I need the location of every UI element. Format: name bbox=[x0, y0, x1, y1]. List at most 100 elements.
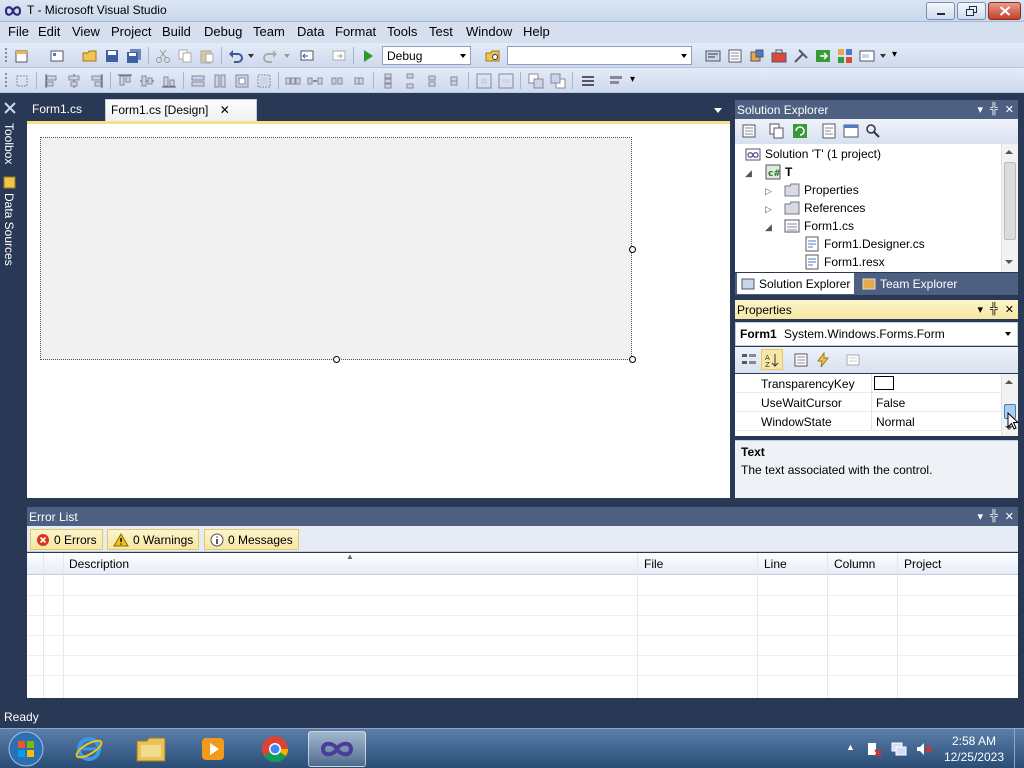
action-center-icon[interactable] bbox=[866, 741, 882, 757]
navigate-forward-icon[interactable] bbox=[331, 48, 347, 64]
alphabetical-button[interactable]: AZ bbox=[761, 349, 783, 370]
column-column[interactable]: Column bbox=[834, 557, 875, 571]
menu-tools[interactable]: Tools bbox=[385, 24, 419, 39]
add-item-icon[interactable] bbox=[49, 48, 65, 64]
scroll-down-icon[interactable] bbox=[1005, 260, 1013, 264]
redo-icon[interactable] bbox=[262, 48, 278, 64]
align-to-grid-icon[interactable] bbox=[14, 73, 30, 89]
close-tab-button[interactable]: ✕ bbox=[220, 103, 230, 117]
menu-format[interactable]: Format bbox=[333, 24, 378, 39]
document-list-dropdown-icon[interactable] bbox=[714, 108, 722, 113]
pin-icon[interactable]: ╬ bbox=[990, 303, 998, 316]
refresh-icon[interactable] bbox=[792, 123, 808, 139]
tab-form1-design[interactable]: Form1.cs [Design] ✕ bbox=[105, 99, 257, 121]
object-browser-icon[interactable] bbox=[749, 48, 765, 64]
menu-file[interactable]: File bbox=[6, 24, 31, 39]
system-clock[interactable]: 2:58 AM 12/25/2023 bbox=[944, 733, 1004, 765]
vertical-spacing-equal-icon[interactable] bbox=[380, 73, 396, 89]
taskbar-internet-explorer[interactable] bbox=[60, 731, 118, 767]
property-pages-icon[interactable] bbox=[845, 352, 861, 368]
copy-icon[interactable] bbox=[177, 48, 193, 64]
open-file-icon[interactable] bbox=[82, 48, 98, 64]
property-value[interactable]: Normal bbox=[876, 415, 915, 429]
increase-vertical-spacing-icon[interactable] bbox=[402, 73, 418, 89]
taskbar-chrome[interactable] bbox=[246, 731, 304, 767]
property-value[interactable]: False bbox=[876, 396, 905, 410]
start-debugging-icon[interactable] bbox=[360, 48, 376, 64]
menu-window[interactable]: Window bbox=[464, 24, 514, 39]
bring-to-front-icon[interactable] bbox=[528, 73, 544, 89]
paste-icon[interactable] bbox=[199, 48, 215, 64]
taskbar-media-player[interactable] bbox=[184, 731, 242, 767]
close-window-button[interactable] bbox=[988, 2, 1021, 20]
tree-node-form1-resx[interactable]: Form1.resx bbox=[804, 253, 885, 271]
toolbox-tab[interactable]: Toolbox bbox=[2, 97, 18, 167]
remove-horizontal-spacing-icon[interactable] bbox=[351, 73, 367, 89]
decrease-vertical-spacing-icon[interactable] bbox=[424, 73, 440, 89]
tree-node-references[interactable]: References bbox=[784, 199, 865, 217]
warnings-filter-button[interactable]: 0 Warnings bbox=[107, 529, 200, 550]
remove-vertical-spacing-icon[interactable] bbox=[446, 73, 462, 89]
property-row-windowstate[interactable]: WindowState Normal bbox=[735, 412, 1001, 431]
redo-dropdown-icon[interactable] bbox=[284, 54, 290, 58]
solution-explorer-scrollbar[interactable] bbox=[1001, 144, 1018, 272]
show-all-files-icon[interactable] bbox=[769, 123, 785, 139]
menu-debug[interactable]: Debug bbox=[202, 24, 244, 39]
horizontal-spacing-equal-icon[interactable] bbox=[285, 73, 301, 89]
center-vertically-icon[interactable] bbox=[498, 73, 514, 89]
window-position-dropdown-icon[interactable]: ▾ bbox=[977, 303, 983, 316]
property-row-transparencykey[interactable]: TransparencyKey bbox=[735, 374, 1001, 393]
resize-handle-bottom[interactable] bbox=[333, 356, 340, 363]
cut-icon[interactable] bbox=[155, 48, 171, 64]
close-icon[interactable]: ✕ bbox=[1005, 510, 1014, 523]
align-middles-icon[interactable] bbox=[139, 73, 155, 89]
close-icon[interactable]: ✕ bbox=[1005, 303, 1014, 316]
column-file[interactable]: File bbox=[644, 557, 663, 571]
start-button[interactable] bbox=[4, 729, 48, 768]
tree-collapsed-icon[interactable]: ▷ bbox=[765, 204, 772, 215]
column-description[interactable]: Description bbox=[69, 557, 129, 571]
tab-form1-cs[interactable]: Form1.cs bbox=[27, 99, 87, 121]
view-code-icon[interactable] bbox=[821, 123, 837, 139]
pin-icon[interactable]: ╬ bbox=[990, 103, 998, 116]
toolbar-overflow-icon[interactable]: ▾ bbox=[630, 74, 635, 85]
navigate-backward-icon[interactable] bbox=[299, 48, 315, 64]
scroll-up-icon[interactable] bbox=[1005, 380, 1013, 384]
align-lefts-icon[interactable] bbox=[44, 73, 60, 89]
taskbar-visual-studio[interactable] bbox=[308, 731, 366, 767]
make-same-width-icon[interactable] bbox=[190, 73, 206, 89]
menu-view[interactable]: View bbox=[70, 24, 102, 39]
properties-view-icon[interactable] bbox=[793, 352, 809, 368]
menu-test[interactable]: Test bbox=[427, 24, 455, 39]
menu-help[interactable]: Help bbox=[521, 24, 552, 39]
tree-expanded-icon[interactable]: ◢ bbox=[745, 168, 752, 179]
find-in-files-icon[interactable] bbox=[485, 48, 501, 64]
column-line[interactable]: Line bbox=[764, 557, 787, 571]
find-combo[interactable] bbox=[507, 46, 692, 65]
properties-object-selector[interactable]: Form1 System.Windows.Forms.Form bbox=[735, 322, 1018, 346]
make-same-height-icon[interactable] bbox=[212, 73, 228, 89]
save-all-icon[interactable] bbox=[126, 48, 142, 64]
lock-controls-icon[interactable] bbox=[608, 73, 624, 89]
solution-explorer-icon[interactable] bbox=[705, 48, 721, 64]
undo-icon[interactable] bbox=[228, 48, 244, 64]
messages-filter-button[interactable]: 0 Messages bbox=[204, 529, 299, 550]
resize-handle-bottom-right[interactable] bbox=[629, 356, 636, 363]
close-icon[interactable]: ✕ bbox=[1005, 103, 1014, 116]
window-position-dropdown-icon[interactable]: ▾ bbox=[977, 103, 983, 116]
scroll-thumb[interactable] bbox=[1004, 162, 1016, 240]
scroll-up-icon[interactable] bbox=[1005, 150, 1013, 154]
decrease-horizontal-spacing-icon[interactable] bbox=[329, 73, 345, 89]
volume-muted-icon[interactable] bbox=[916, 741, 932, 757]
increase-horizontal-spacing-icon[interactable] bbox=[307, 73, 323, 89]
menu-team[interactable]: Team bbox=[251, 24, 287, 39]
menu-project[interactable]: Project bbox=[109, 24, 153, 39]
tab-team-explorer[interactable]: Team Explorer bbox=[858, 273, 961, 294]
minimize-button[interactable] bbox=[926, 2, 955, 20]
tree-node-project[interactable]: c# T bbox=[765, 163, 792, 181]
toolbar-gripper[interactable] bbox=[4, 47, 8, 64]
tree-node-form1-designer[interactable]: Form1.Designer.cs bbox=[804, 235, 925, 253]
chevron-down-icon[interactable] bbox=[1005, 332, 1011, 336]
class-diagram-icon[interactable] bbox=[865, 123, 881, 139]
pin-icon[interactable]: ╬ bbox=[990, 510, 998, 523]
